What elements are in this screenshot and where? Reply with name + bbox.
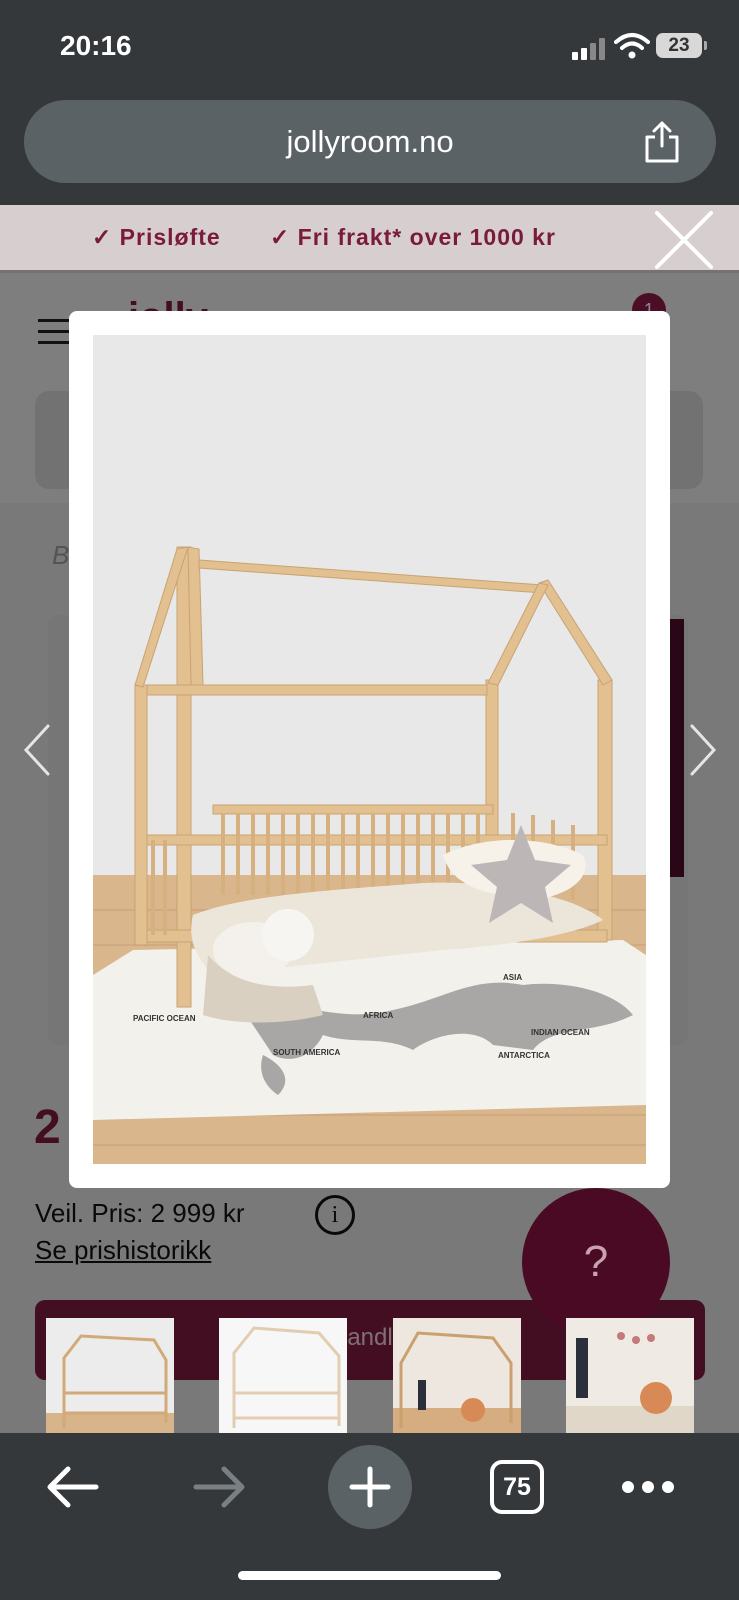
browser-url-area: jollyroom.no xyxy=(0,95,739,205)
plus-icon xyxy=(349,1466,391,1508)
status-bar: 20:16 23 xyxy=(0,0,739,95)
more-options-icon[interactable] xyxy=(622,1481,674,1493)
new-tab-button[interactable] xyxy=(328,1445,412,1529)
map-label-pacific: PACIFIC OCEAN xyxy=(133,1014,196,1023)
chevron-right-icon[interactable] xyxy=(682,722,722,778)
map-label-antarctica: ANTARCTICA xyxy=(498,1051,550,1060)
share-icon[interactable] xyxy=(642,120,682,164)
map-label-asia: ASIA xyxy=(503,973,522,982)
status-time: 20:16 xyxy=(60,30,132,61)
thumbnail-strip xyxy=(0,1318,739,1433)
thumbnail-4[interactable] xyxy=(566,1318,694,1433)
cellular-signal-icon xyxy=(572,38,606,60)
tab-count-button[interactable]: 75 xyxy=(490,1460,544,1514)
forward-arrow-icon[interactable] xyxy=(192,1465,248,1509)
home-indicator[interactable] xyxy=(238,1571,501,1580)
chevron-left-icon[interactable] xyxy=(18,722,58,778)
thumbnail-3[interactable] xyxy=(393,1318,521,1433)
url-text: jollyroom.no xyxy=(286,124,454,159)
promo-item-price-promise: ✓ Prisløfte xyxy=(92,224,221,250)
thumbnail-2[interactable] xyxy=(219,1318,347,1433)
battery-icon: 23 xyxy=(656,33,707,58)
image-lightbox: PACIFIC OCEAN SOUTH AMERICA AFRICA ASIA … xyxy=(69,311,670,1188)
wifi-icon xyxy=(614,33,650,59)
promo-banner: ✓ Prisløfte ✓ Fri frakt* over 1000 kr xyxy=(0,205,739,273)
map-label-indian: INDIAN OCEAN xyxy=(531,1028,590,1037)
back-arrow-icon[interactable] xyxy=(44,1465,100,1509)
thumbnail-1[interactable] xyxy=(46,1318,174,1433)
map-label-south-america: SOUTH AMERICA xyxy=(273,1048,340,1057)
help-button[interactable]: ? xyxy=(522,1188,670,1336)
product-photo: PACIFIC OCEAN SOUTH AMERICA AFRICA ASIA … xyxy=(93,335,646,1164)
address-bar[interactable]: jollyroom.no xyxy=(24,100,716,183)
map-label-africa: AFRICA xyxy=(363,1011,393,1020)
close-icon[interactable] xyxy=(653,209,715,271)
promo-item-free-shipping: ✓ Fri frakt* over 1000 kr xyxy=(270,224,556,250)
